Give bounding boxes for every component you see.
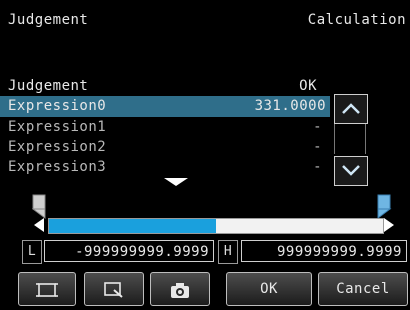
limit-fields: L -999999999.9999 H 999999999.9999 <box>0 240 410 266</box>
scroll-up-button[interactable] <box>334 94 368 124</box>
list-item-label: Expression2 <box>8 139 107 155</box>
list-item-value: 331.0000 <box>254 98 326 114</box>
list-item-value: - <box>313 139 322 155</box>
ok-button[interactable]: OK <box>226 272 312 306</box>
scroll-up-icon <box>342 103 360 114</box>
cancel-button[interactable]: Cancel <box>318 272 408 306</box>
lower-limit-field[interactable]: -999999999.9999 <box>44 240 214 262</box>
scroll-down-button[interactable] <box>334 156 368 186</box>
footer-toolbar: OK Cancel <box>0 272 410 306</box>
list-scrollbar[interactable] <box>334 94 368 186</box>
list-item-label: Expression0 <box>8 98 107 114</box>
list-item-label: Expression1 <box>8 119 107 135</box>
frame-icon <box>36 283 58 297</box>
list-item-label: Expression3 <box>8 159 107 175</box>
list-item-value: - <box>313 119 322 135</box>
camera-button[interactable] <box>150 272 210 306</box>
zoom-button[interactable] <box>84 272 144 306</box>
list-item-expression0[interactable]: Expression0 331.0000 <box>0 96 330 117</box>
frame-button[interactable] <box>18 272 76 306</box>
header: Judgement Calculation <box>0 0 410 50</box>
slider-right-arrow-icon[interactable] <box>382 217 396 233</box>
list-item-expression3[interactable]: Expression3 - <box>0 157 330 178</box>
range-fill <box>49 219 216 233</box>
range-slider[interactable] <box>0 190 410 236</box>
scroll-track[interactable] <box>334 124 366 154</box>
judgement-label: Judgement <box>8 78 89 94</box>
screen-title: Judgement <box>8 12 89 28</box>
camera-icon <box>171 283 189 298</box>
upper-limit-field[interactable]: 999999999.9999 <box>241 240 407 262</box>
judgement-value: OK <box>299 78 317 94</box>
zoom-icon <box>104 282 123 298</box>
range-bar <box>48 218 384 234</box>
more-down-icon <box>164 178 188 186</box>
lower-limit-tag: L <box>22 240 42 264</box>
judgement-row: Judgement OK <box>0 76 325 97</box>
list-item-value: - <box>313 159 322 175</box>
slider-left-arrow-icon[interactable] <box>32 217 46 233</box>
scroll-down-icon <box>342 165 360 176</box>
item-type-title: Calculation <box>307 12 406 28</box>
upper-limit-tag: H <box>218 240 238 264</box>
list-item-expression1[interactable]: Expression1 - <box>0 117 330 138</box>
list-item-expression2[interactable]: Expression2 - <box>0 137 330 158</box>
